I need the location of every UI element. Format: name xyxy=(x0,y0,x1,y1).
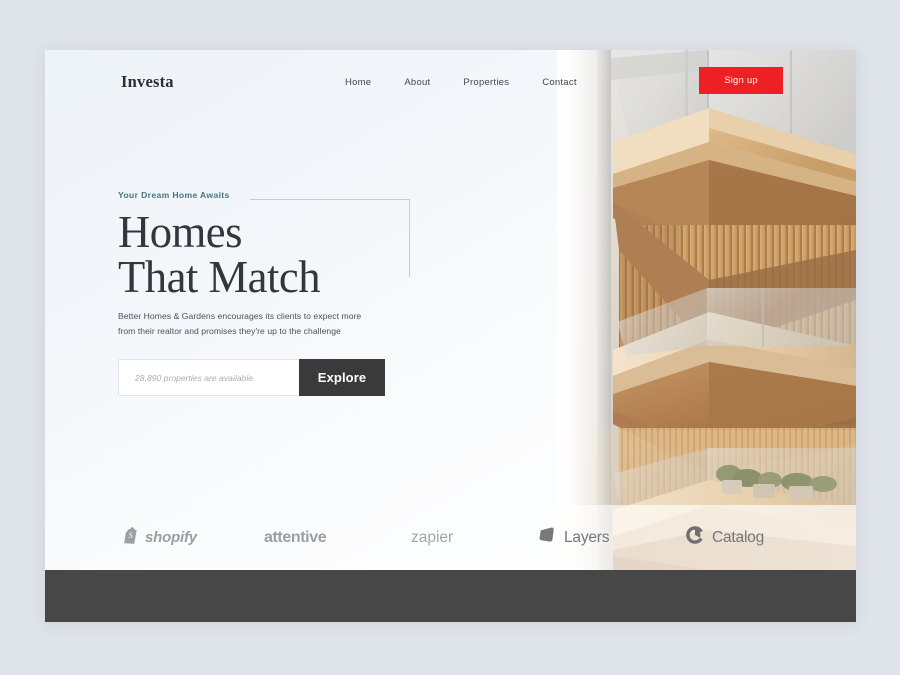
mockup-canvas: Investa Home About Properties Contact Si… xyxy=(0,0,900,675)
search-input[interactable] xyxy=(118,359,299,397)
hero-content: Your Dream Home Awaits Homes That Match … xyxy=(118,190,538,397)
hero-eyebrow: Your Dream Home Awaits xyxy=(118,190,230,200)
hero-subcopy-line-2: from their realtor and promises they're … xyxy=(118,326,341,337)
building-illustration xyxy=(557,50,856,570)
explore-button[interactable]: Explore xyxy=(299,359,385,397)
logo-shopify-label: shopify xyxy=(145,529,197,546)
hero-subcopy: Better Homes & Gardens encourages its cl… xyxy=(118,309,400,339)
layers-rhombus-icon xyxy=(537,525,557,550)
logo-catalog[interactable]: Catalog xyxy=(685,525,764,550)
search-row: Explore xyxy=(118,359,385,397)
svg-text:S: S xyxy=(129,531,133,540)
logo-zapier-label: zapier xyxy=(411,528,454,546)
nav-link-home[interactable]: Home xyxy=(345,77,371,88)
hero-photo xyxy=(557,50,856,570)
nav-link-properties[interactable]: Properties xyxy=(463,77,509,88)
logo-attentive[interactable]: attentive xyxy=(264,528,327,547)
nav-link-contact[interactable]: Contact xyxy=(542,77,577,88)
headline-line-1: Homes xyxy=(118,206,242,257)
page-title: Homes That Match xyxy=(118,206,525,303)
hero-subcopy-line-1: Better Homes & Gardens encourages its cl… xyxy=(118,311,362,322)
logo-zapier[interactable]: zapier xyxy=(411,529,453,547)
logo-attentive-label: attentive xyxy=(264,528,327,546)
brand-logo[interactable]: Investa xyxy=(121,72,174,92)
logo-layers-label: Layers xyxy=(564,528,610,546)
partner-logo-strip: S shopify attentive zapier Layers Catalo… xyxy=(45,505,856,570)
logo-catalog-label: Catalog xyxy=(712,528,765,546)
primary-navigation: Home About Properties Contact xyxy=(345,77,577,88)
logo-shopify[interactable]: S shopify xyxy=(123,526,197,549)
shopify-bag-icon: S xyxy=(123,526,138,549)
landing-page-card: Investa Home About Properties Contact Si… xyxy=(45,50,856,622)
headline-line-2: That Match xyxy=(118,251,321,303)
logo-layers[interactable]: Layers xyxy=(537,525,610,550)
signup-button[interactable]: Sign up xyxy=(699,67,783,94)
hero-photo-image xyxy=(557,50,856,570)
catalog-c-icon xyxy=(685,525,705,550)
footer-bar xyxy=(45,570,856,622)
nav-link-about[interactable]: About xyxy=(404,77,430,88)
